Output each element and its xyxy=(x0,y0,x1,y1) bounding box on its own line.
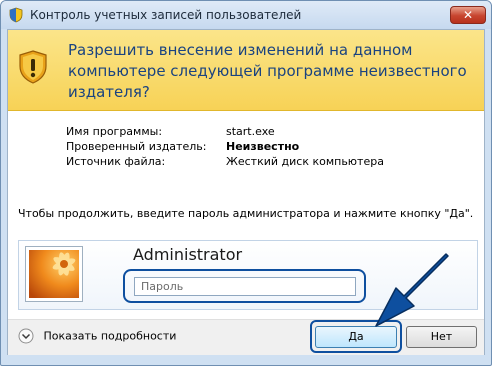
username-label: Administrator xyxy=(133,245,243,264)
detail-label: Источник файла: xyxy=(66,155,166,168)
arrow-pointer-icon xyxy=(375,253,449,327)
show-details-label: Показать подробности xyxy=(43,329,177,343)
warning-banner: Разрешить внесение изменений на данном к… xyxy=(8,30,484,111)
title-bar: Контроль учетных записей пользователей ✕ xyxy=(1,1,491,29)
shield-icon xyxy=(9,7,23,23)
detail-value: Жесткий диск компьютера xyxy=(226,155,384,168)
detail-value: Неизвестно xyxy=(226,140,300,153)
instruction-text: Чтобы продолжить, введите пароль админис… xyxy=(18,207,474,220)
warning-headline: Разрешить внесение изменений на данном к… xyxy=(68,41,467,101)
show-details-toggle[interactable]: Показать подробности xyxy=(18,328,176,346)
detail-label: Проверенный издатель: xyxy=(66,140,207,153)
detail-value: start.exe xyxy=(226,125,275,138)
close-button[interactable]: ✕ xyxy=(450,6,486,24)
detail-label: Имя программы: xyxy=(66,125,163,138)
password-highlight-frame xyxy=(123,269,366,303)
window-title: Контроль учетных записей пользователей xyxy=(30,8,302,22)
warning-shield-icon xyxy=(19,50,47,84)
flower-icon xyxy=(29,250,79,298)
avatar xyxy=(25,246,83,302)
chevron-down-icon xyxy=(18,328,34,344)
